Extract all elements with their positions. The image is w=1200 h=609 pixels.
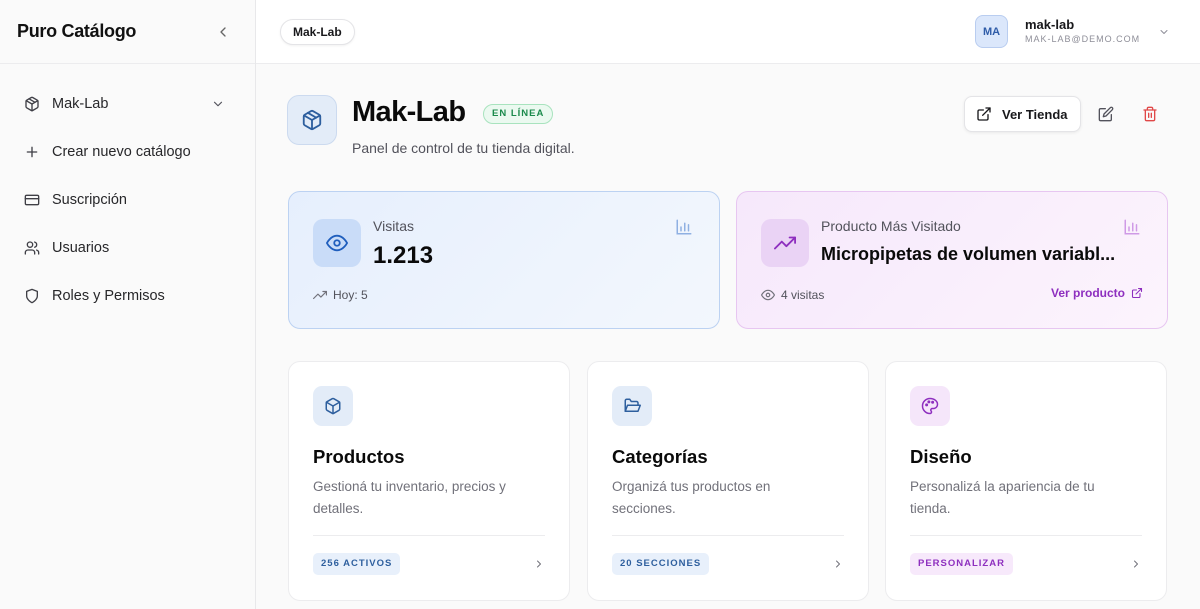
sidebar-item-store[interactable]: Mak-Lab [0,80,255,128]
sidebar-item-label: Mak-Lab [52,96,109,112]
sidebar-item-label: Usuarios [52,240,110,256]
delete-button[interactable] [1140,104,1160,124]
external-link-icon [977,107,991,121]
card-title: Productos [313,446,405,467]
box-icon [313,386,353,426]
chevron-right-icon [533,558,545,570]
sidebar-item-users[interactable]: Usuarios [0,224,255,272]
trending-up-icon [313,290,327,300]
brand-name: Puro Catálogo [17,21,137,41]
user-menu[interactable]: MA mak-lab MAK-LAB@DEMO.COM [975,15,1170,48]
box-icon [287,95,337,145]
external-link-icon [1131,287,1143,299]
bar-chart-icon [1123,218,1141,236]
top-product-visits-text: 4 visitas [781,288,825,302]
view-product-link[interactable]: Ver producto [1051,286,1143,300]
store-selector[interactable]: Mak-Lab [280,19,355,45]
edit-icon [1098,106,1114,122]
chevron-down-icon [1158,26,1170,38]
eye-icon [313,219,361,267]
visits-today: Hoy: 5 [313,288,368,302]
card-badge: PERSONALIZAR [910,553,1013,575]
top-product-visits: 4 visitas [761,288,824,302]
divider [313,535,545,536]
sidebar-header: Puro Catálogo [0,0,255,64]
credit-card-icon [24,192,40,208]
top-product-label: Producto Más Visitado [821,218,961,234]
card-badge: 256 ACTIVOS [313,553,401,575]
sidebar-item-subscription[interactable]: Suscripción [0,176,255,224]
edit-button[interactable] [1096,104,1116,124]
folder-open-icon [612,386,652,426]
view-store-button[interactable]: Ver Tienda [964,96,1081,132]
avatar: MA [975,15,1008,48]
sidebar-item-label: Crear nuevo catálogo [52,144,191,160]
trash-icon [1143,106,1157,122]
visits-card: Visitas 1.213 Hoy: 5 [288,191,720,329]
top-product-card: Producto Más Visitado Micropipetas de vo… [736,191,1168,329]
palette-icon [910,386,950,426]
user-name: mak-lab [1025,17,1075,32]
top-product-name: Micropipetas de volumen variabl... [821,244,1116,264]
box-icon [24,96,40,112]
sidebar-item-roles[interactable]: Roles y Permisos [0,272,255,320]
card-description: Personalizá la apariencia de tu tienda. [910,479,1095,516]
sidebar: Puro Catálogo Mak-Lab Crear nuevo catálo… [0,0,256,609]
status-badge: EN LÍNEA [483,104,554,124]
design-card[interactable]: Diseño Personalizá la apariencia de tu t… [885,361,1167,601]
products-card[interactable]: Productos Gestioná tu inventario, precio… [288,361,570,601]
sidebar-item-new-catalog[interactable]: Crear nuevo catálogo [0,128,255,176]
page-subtitle: Panel de control de tu tienda digital. [352,140,575,156]
sidebar-item-label: Roles y Permisos [52,288,165,304]
user-info: mak-lab MAK-LAB@DEMO.COM [1025,17,1150,46]
divider [910,535,1142,536]
shield-icon [24,288,40,304]
chevron-left-icon[interactable] [215,24,231,40]
page-title: Mak-Lab [352,96,466,128]
visits-label: Visitas [373,218,414,234]
chevron-right-icon [832,558,844,570]
card-description: Gestioná tu inventario, precios y detall… [313,479,506,516]
chevron-down-icon [211,97,225,111]
visits-value: 1.213 [373,242,434,269]
categories-card[interactable]: Categorías Organizá tus productos en sec… [587,361,869,601]
view-product-label: Ver producto [1050,286,1125,300]
user-email: MAK-LAB@DEMO.COM [1025,34,1141,44]
sidebar-nav: Mak-Lab Crear nuevo catálogo Suscripción… [0,64,255,320]
bar-chart-icon [675,218,693,236]
eye-icon [761,289,775,301]
users-icon [24,240,40,256]
card-title: Categorías [612,446,708,467]
chevron-right-icon [1130,558,1142,570]
sidebar-item-label: Suscripción [52,192,127,208]
card-badge: 20 SECCIONES [612,553,710,575]
main-content: Mak-Lab EN LÍNEA Panel de control de tu … [256,64,1200,609]
plus-icon [24,144,40,160]
topbar: Mak-Lab MA mak-lab MAK-LAB@DEMO.COM [256,0,1200,64]
trending-up-icon [761,219,809,267]
visits-today-text: Hoy: 5 [333,288,368,302]
card-description: Organizá tus productos en secciones. [612,479,771,516]
view-store-label: Ver Tienda [1002,106,1068,122]
card-title: Diseño [910,446,972,467]
divider [612,535,844,536]
